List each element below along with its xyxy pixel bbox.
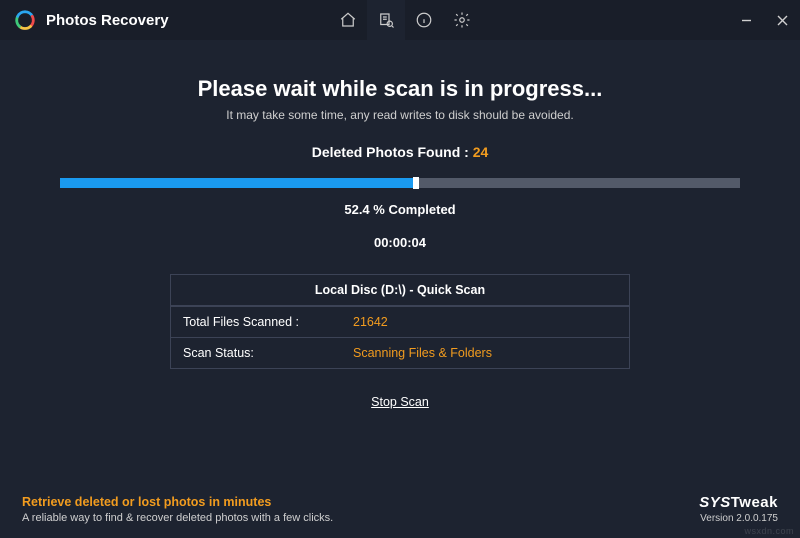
- nav-settings-button[interactable]: [443, 0, 481, 40]
- app-title: Photos Recovery: [46, 12, 169, 29]
- found-count: 24: [473, 144, 489, 160]
- minimize-button[interactable]: [728, 0, 764, 40]
- window-controls: [728, 0, 800, 40]
- percent-completed: 52.4 % Completed: [40, 202, 760, 217]
- main-content: Please wait while scan is in progress...…: [0, 40, 800, 411]
- minimize-icon: [741, 15, 752, 26]
- app-logo-icon: [14, 9, 36, 31]
- tagline-sub: A reliable way to find & recover deleted…: [22, 512, 333, 524]
- found-label: Deleted Photos Found :: [312, 144, 469, 160]
- brand-logo: SYSTweak: [699, 494, 778, 511]
- scan-subheading: It may take some time, any read writes t…: [40, 108, 760, 122]
- titlebar: Photos Recovery: [0, 0, 800, 40]
- tagline: Retrieve deleted or lost photos in minut…: [22, 495, 333, 524]
- nav-scan-button[interactable]: [367, 0, 405, 40]
- version-text: Version 2.0.0.175: [699, 513, 778, 524]
- info-label-scan-status: Scan Status:: [171, 338, 341, 368]
- info-value-scan-status: Scanning Files & Folders: [341, 338, 504, 368]
- scan-heading: Please wait while scan is in progress...: [40, 76, 760, 102]
- brand-block: SYSTweak Version 2.0.0.175: [699, 494, 778, 524]
- tagline-title: Retrieve deleted or lost photos in minut…: [22, 495, 333, 509]
- close-button[interactable]: [764, 0, 800, 40]
- elapsed-time: 00:00:04: [40, 235, 760, 250]
- scan-info-header: Local Disc (D:\) - Quick Scan: [171, 275, 629, 306]
- footer: Retrieve deleted or lost photos in minut…: [0, 494, 800, 524]
- scan-info-box: Local Disc (D:\) - Quick Scan Total File…: [170, 274, 630, 369]
- scan-list-icon: [377, 11, 395, 29]
- nav-home-button[interactable]: [329, 0, 367, 40]
- watermark: wsxdn.com: [744, 526, 794, 536]
- home-icon: [339, 11, 357, 29]
- info-value-files-scanned: 21642: [341, 307, 400, 337]
- brand-prefix: SYS: [699, 494, 731, 511]
- progress-thumb: [413, 177, 419, 189]
- brand-suffix: Tweak: [731, 494, 778, 511]
- nav-about-button[interactable]: [405, 0, 443, 40]
- gear-icon: [453, 11, 471, 29]
- progress-bar: [60, 178, 740, 188]
- progress-fill: [60, 178, 416, 188]
- close-icon: [777, 15, 788, 26]
- info-label-files-scanned: Total Files Scanned :: [171, 307, 341, 337]
- info-icon: [415, 11, 433, 29]
- table-row: Scan Status: Scanning Files & Folders: [171, 337, 629, 368]
- deleted-photos-found: Deleted Photos Found : 24: [40, 144, 760, 160]
- stop-scan-button[interactable]: Stop Scan: [371, 395, 429, 409]
- table-row: Total Files Scanned : 21642: [171, 306, 629, 337]
